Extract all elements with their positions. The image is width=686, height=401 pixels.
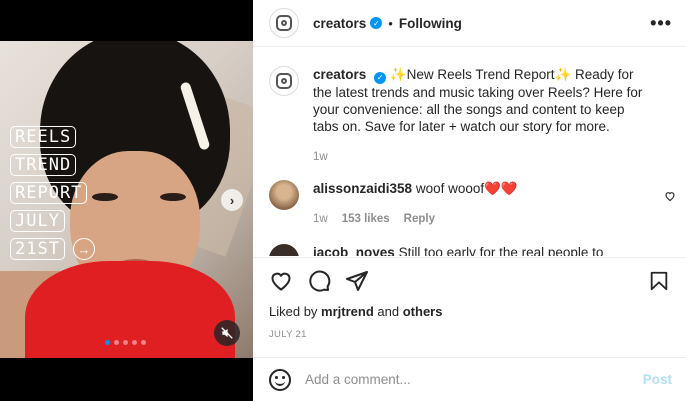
comment-text: woof wooof❤️❤️ [415, 181, 518, 196]
likes-and-label: and [377, 304, 400, 319]
post-comment-button[interactable]: Post [643, 372, 672, 387]
speaker-muted-icon [221, 327, 233, 339]
share-paper-plane-icon[interactable] [345, 269, 369, 293]
chevron-right-icon: › [229, 192, 235, 208]
comment-input[interactable] [305, 372, 643, 387]
comment-username[interactable]: jacob_noyes [313, 245, 395, 256]
like-heart-icon[interactable] [269, 269, 293, 293]
save-bookmark-icon[interactable] [648, 270, 670, 292]
post-actions: Liked by mrjtrend and others JULY 21 [253, 257, 686, 340]
post-side-panel: creators ✓ • Following ••• creators ✓ ✨N… [253, 0, 686, 401]
emoji-icon[interactable] [269, 368, 291, 391]
sticker-report: REPORT [10, 182, 88, 204]
caption-username[interactable]: creators [313, 67, 366, 82]
post-date[interactable]: JULY 21 [269, 329, 670, 340]
like-comment-heart-icon[interactable] [664, 190, 676, 202]
avatar[interactable] [269, 244, 299, 256]
liked-by-others[interactable]: others [403, 304, 443, 319]
comment-item: alissonzaidi358 woof wooof❤️❤️ 1w 153 li… [253, 180, 686, 228]
text-stickers: REELS TREND REPORT JULY 21ST → [10, 126, 95, 260]
post-header: creators ✓ • Following ••• [253, 0, 686, 47]
comment-likes[interactable]: 153 likes [342, 211, 390, 228]
sticker-21st: 21ST [10, 238, 65, 260]
following-button[interactable]: Following [399, 16, 462, 31]
avatar[interactable] [269, 66, 299, 96]
liked-by-label: Liked by [269, 304, 318, 319]
comment-item: jacob_noyes Still too early for the real… [253, 244, 686, 256]
comment-username[interactable]: alissonzaidi358 [313, 181, 412, 196]
comment-bubble-icon[interactable] [307, 269, 331, 293]
liked-by-user[interactable]: mrjtrend [321, 304, 374, 319]
caption: creators ✓ ✨New Reels Trend Report✨ Read… [253, 66, 686, 166]
carousel-dot [114, 340, 119, 345]
author-username[interactable]: creators [313, 16, 366, 31]
carousel-dot [105, 340, 110, 345]
comment-time[interactable]: 1w [313, 211, 328, 228]
comment-text: Still too early for the real people to [398, 245, 604, 256]
carousel-dot [141, 340, 146, 345]
sticker-trend: TREND [10, 154, 77, 176]
separator-dot: • [388, 15, 393, 31]
carousel-dot [123, 340, 128, 345]
more-options-icon[interactable]: ••• [650, 13, 672, 34]
avatar[interactable] [269, 8, 299, 38]
instagram-logo-icon [276, 15, 292, 31]
verified-badge-icon: ✓ [370, 17, 383, 29]
avatar[interactable] [269, 180, 299, 210]
caption-time[interactable]: 1w [313, 149, 328, 166]
carousel-indicator [105, 340, 146, 345]
likes-summary: Liked by mrjtrend and others [269, 304, 670, 319]
carousel-dot [132, 340, 137, 345]
arrow-right-icon: → [72, 238, 95, 260]
next-slide-button[interactable]: › [221, 189, 243, 211]
comments-section: creators ✓ ✨New Reels Trend Report✨ Read… [253, 48, 686, 256]
sticker-july: JULY [10, 210, 65, 232]
sticker-reels: REELS [10, 126, 77, 148]
verified-badge-icon: ✓ [374, 71, 387, 84]
comment-composer: Post [253, 357, 686, 401]
reply-button[interactable]: Reply [404, 211, 435, 228]
instagram-logo-icon [276, 73, 292, 89]
mute-button[interactable] [214, 320, 240, 346]
post-media: REELS TREND REPORT JULY 21ST → › [0, 0, 253, 401]
